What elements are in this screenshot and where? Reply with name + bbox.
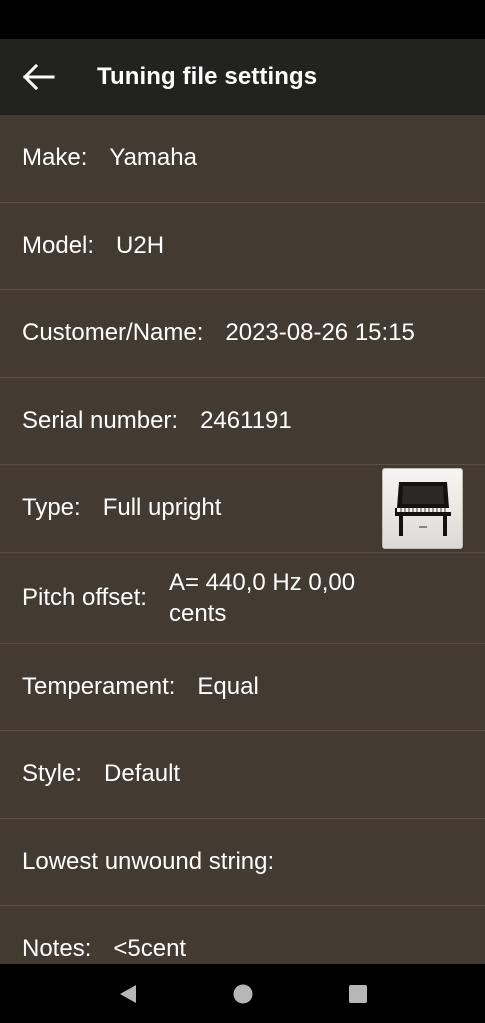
app-bar: Tuning file settings bbox=[0, 39, 485, 115]
serial-number-value: 2461191 bbox=[200, 406, 292, 434]
nav-recents-button[interactable] bbox=[338, 974, 378, 1014]
circle-home-icon bbox=[233, 984, 252, 1003]
triangle-back-icon bbox=[119, 984, 136, 1003]
notes-label: Notes: bbox=[22, 935, 92, 963]
model-label: Model: bbox=[22, 231, 95, 259]
notes-row[interactable]: Notes: <5cent bbox=[0, 906, 485, 964]
temperament-label: Temperament: bbox=[22, 672, 176, 700]
square-recents-icon bbox=[348, 984, 367, 1003]
serial-number-label: Serial number: bbox=[22, 406, 179, 434]
notes-value: <5cent bbox=[113, 935, 187, 963]
style-value: Default bbox=[104, 760, 181, 788]
type-label: Type: bbox=[22, 494, 81, 522]
page-title: Tuning file settings bbox=[97, 63, 318, 90]
make-label: Make: bbox=[22, 144, 88, 172]
make-row[interactable]: Make: Yamaha bbox=[0, 115, 485, 203]
type-row[interactable]: Type: Full upright bbox=[0, 465, 485, 553]
piano-type-button[interactable] bbox=[382, 468, 463, 549]
arrow-left-icon bbox=[22, 63, 55, 91]
serial-number-row[interactable]: Serial number: 2461191 bbox=[0, 378, 485, 465]
nav-home-button[interactable] bbox=[223, 974, 263, 1014]
settings-list: Make: Yamaha Model: U2H Customer/Name: 2… bbox=[0, 115, 485, 964]
system-nav-bar bbox=[0, 964, 485, 1023]
model-row[interactable]: Model: U2H bbox=[0, 203, 485, 290]
customer-name-label: Customer/Name: bbox=[22, 319, 204, 347]
temperament-row[interactable]: Temperament: Equal bbox=[0, 644, 485, 731]
style-label: Style: bbox=[22, 760, 83, 788]
customer-name-row[interactable]: Customer/Name: 2023-08-26 15:15 bbox=[0, 290, 485, 378]
back-button[interactable] bbox=[0, 39, 76, 115]
lowest-unwound-string-label: Lowest unwound string: bbox=[22, 847, 275, 875]
pitch-offset-value: A= 440,0 Hz 0,00 cents bbox=[168, 568, 356, 627]
pitch-offset-label: Pitch offset: bbox=[22, 583, 147, 611]
style-row[interactable]: Style: Default bbox=[0, 731, 485, 819]
customer-name-value: 2023-08-26 15:15 bbox=[225, 319, 415, 347]
type-value: Full upright bbox=[102, 494, 222, 522]
lowest-unwound-string-row[interactable]: Lowest unwound string: bbox=[0, 819, 485, 906]
pitch-offset-row[interactable]: Pitch offset: A= 440,0 Hz 0,00 cents bbox=[0, 553, 485, 644]
make-value: Yamaha bbox=[109, 144, 197, 172]
nav-back-button[interactable] bbox=[108, 974, 148, 1014]
temperament-value: Equal bbox=[197, 672, 259, 700]
model-value: U2H bbox=[116, 231, 165, 259]
status-bar bbox=[0, 0, 485, 39]
upright-piano-icon bbox=[394, 481, 451, 536]
